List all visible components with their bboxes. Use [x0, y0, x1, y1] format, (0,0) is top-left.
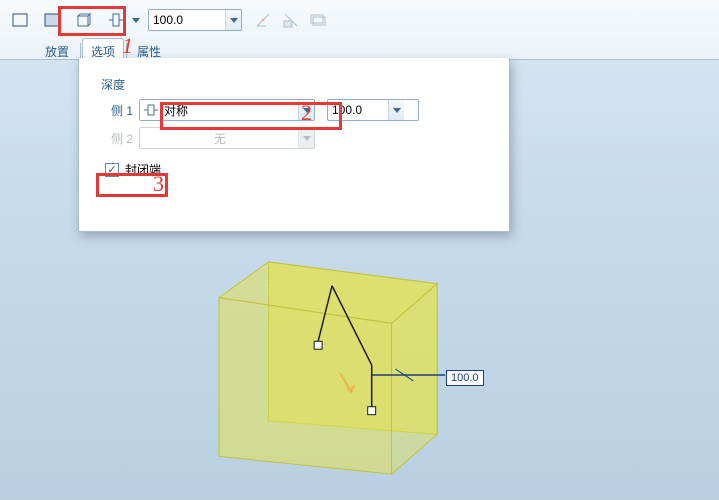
close-end-checkbox[interactable]: ✓ [105, 163, 119, 177]
toolbar-value-caret[interactable] [225, 10, 241, 30]
side2-mode-text: 无 [140, 130, 298, 147]
toolbar-extra-icons [252, 9, 330, 31]
viewport-3d[interactable]: 100.0 [200, 256, 470, 494]
tool-symmetric[interactable] [102, 7, 130, 33]
cube-drawing [200, 256, 470, 494]
tool-box-outline[interactable] [70, 7, 98, 33]
side2-mode-caret [298, 128, 314, 148]
rect-outline-icon [12, 13, 28, 27]
side1-mode-text: 对称 [162, 102, 298, 119]
symmetric-extrude-icon [107, 12, 125, 28]
tool-dropdown-caret[interactable] [132, 18, 140, 23]
tab-place[interactable]: 放置 [36, 38, 78, 64]
ribbon: 放置 选项 属性 [0, 0, 719, 60]
label-side2: 侧 2 [101, 130, 133, 147]
side1-value-combo[interactable] [327, 99, 419, 121]
side1-value-caret[interactable] [388, 100, 404, 120]
row-side1: 侧 1 对称 [101, 99, 491, 121]
toolbar-value-input[interactable] [149, 10, 225, 30]
annotation-1: 1 [122, 33, 133, 59]
section-depth: 深度 [101, 76, 491, 93]
thicken-icon[interactable] [308, 9, 330, 31]
box-outline-icon [75, 12, 93, 28]
side1-value-input[interactable] [328, 100, 388, 120]
trim-icon[interactable] [280, 9, 302, 31]
toolbar-value-combo[interactable] [148, 9, 242, 31]
side2-mode-select: 无 [139, 127, 315, 149]
toolbar [6, 4, 713, 36]
angle-icon[interactable] [252, 9, 274, 31]
tool-rect-solid[interactable] [38, 7, 66, 33]
annotation-3: 3 [153, 171, 164, 197]
dimension-badge[interactable]: 100.0 [446, 370, 484, 386]
row-side2: 侧 2 无 [101, 127, 491, 149]
symmetric-icon [140, 103, 162, 117]
label-side1: 侧 1 [101, 102, 133, 119]
tool-rect-outline[interactable] [6, 7, 34, 33]
annotation-2: 2 [301, 100, 312, 126]
options-panel: 深度 侧 1 对称 侧 2 无 ✓ 封闭端 2 3 [78, 58, 510, 232]
side1-mode-select[interactable]: 对称 [139, 99, 315, 121]
rect-solid-icon [44, 13, 60, 27]
